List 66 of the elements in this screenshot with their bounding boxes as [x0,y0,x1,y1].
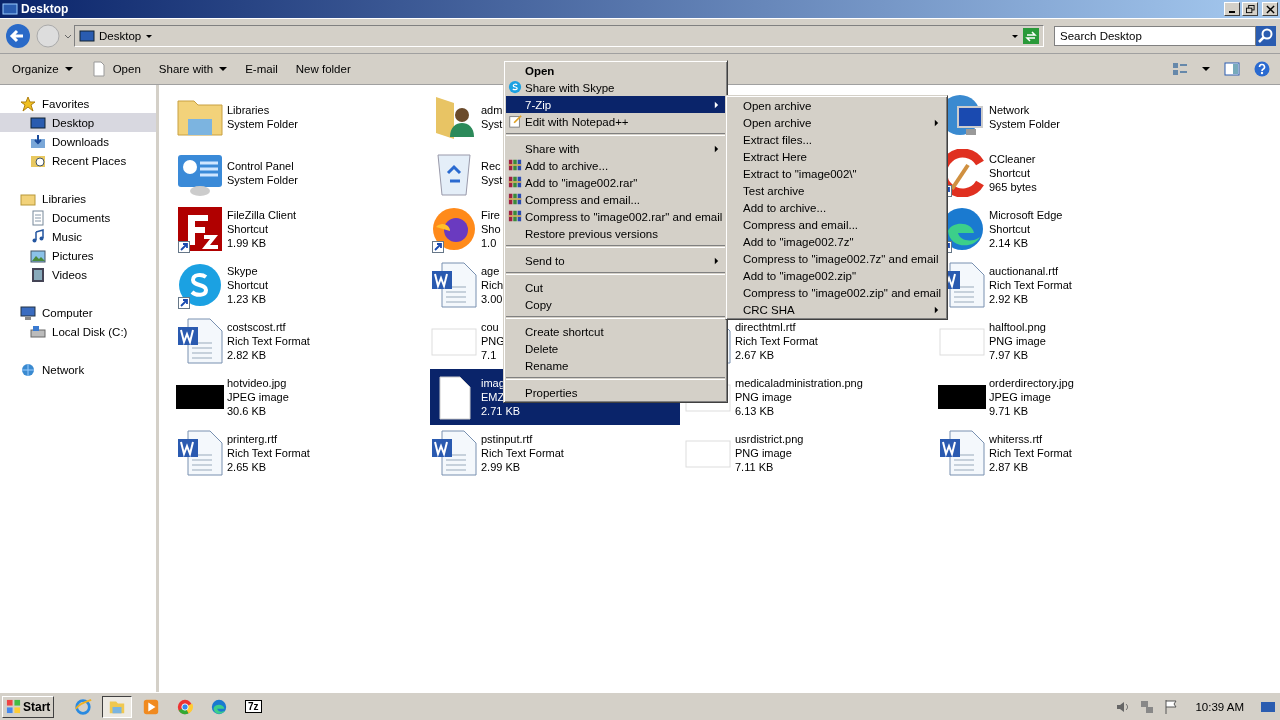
file-label: Shortcut [989,166,1031,180]
file-label: whiterss.rtf [989,432,1044,446]
file-label: Rec [481,159,502,173]
file-label: 2.92 KB [989,292,1030,306]
file-label: adm [481,103,503,117]
file-label: 9.71 KB [989,404,1030,418]
file-label: cou [481,320,500,334]
file-label: System Folder [227,173,298,187]
file-label: costscost.rtf [227,320,287,334]
file-label: JPEG image [227,390,289,404]
file-label: hotvideo.jpg [227,376,288,390]
file-label: PNG image [735,446,793,460]
file-label: 965 bytes [989,180,1037,194]
file-label: System Folder [989,117,1060,131]
file-label: EMZ [481,390,506,404]
file-label: directhtml.rtf [735,320,797,334]
file-label: 2.82 KB [227,348,268,362]
file-label: printerg.rtf [227,432,279,446]
file-label: Skype [227,264,259,278]
file-label: 6.13 KB [735,404,776,418]
file-label: Microsoft Edge [989,208,1063,222]
file-label: Syst [481,117,503,131]
file-label: 2.71 KB [481,404,521,418]
file-label: age [481,264,501,278]
file-label: PNG image [989,334,1046,348]
file-label: System Folder [227,117,298,131]
file-label: Shortcut [227,278,268,292]
file-label: Rich Text Format [481,446,564,460]
file-label: halftool.png [989,320,1046,334]
file-label: Syst [481,173,503,187]
file-label: 7.11 KB [735,460,775,474]
file-label: Rich Text Format [735,334,818,348]
file-label: Network [989,103,1031,117]
file-label: 2.65 KB [227,460,268,474]
file-label: CCleaner [989,152,1037,166]
file-label: usrdistrict.png [735,432,804,446]
file-label: Rich [481,278,503,292]
file-label: FileZilla Client [227,208,297,222]
file-label: 2.87 KB [989,460,1030,474]
file-label: 2.99 KB [481,460,522,474]
file-label: Shortcut [227,222,269,236]
file-label: auctionanal.rtf [989,264,1060,278]
file-label: 7.1 [481,348,498,362]
file-label: Control Panel [227,159,295,173]
file-label: Fire [481,208,501,222]
file-label: medicaladministration.png [735,376,863,390]
file-label: PNG image [735,390,793,404]
file-label: Shortcut [989,222,1031,236]
file-label: Rich Text Format [989,278,1072,292]
window-title: Desktop [21,2,69,16]
file-label: 1.0 [481,236,498,250]
file-label: 3.00 [481,292,503,306]
file-label: 1.99 KB [227,236,268,250]
file-label: pstinput.rtf [481,432,534,446]
file-label: Rich Text Format [989,446,1072,460]
file-label: orderdirectory.jpg [989,376,1074,390]
file-label: Libraries [227,103,271,117]
file-label: 2.67 KB [735,348,776,362]
file-label: 1.23 KB [227,292,268,306]
file-label: 30.6 KB [227,404,268,418]
file-label: 7.97 KB [989,348,1030,362]
file-label: JPEG image [989,390,1052,404]
file-label: Rich Text Format [227,334,310,348]
file-label: Rich Text Format [227,446,310,460]
file-label: Sho [481,222,501,236]
file-label: 2.14 KB [989,236,1030,250]
